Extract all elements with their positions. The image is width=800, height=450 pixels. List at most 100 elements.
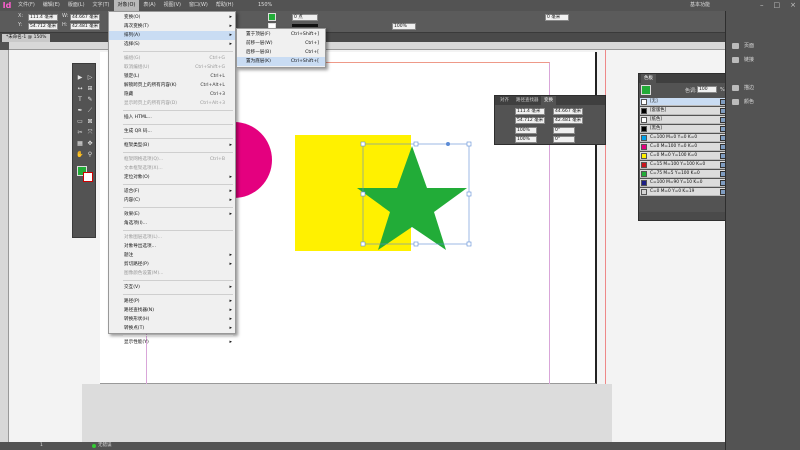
content-grabber[interactable] [446, 142, 450, 146]
object-menu-item[interactable]: 排列(A) ▸ [109, 31, 235, 40]
preflight-status[interactable]: 无错误 [98, 442, 112, 450]
tint-field[interactable]: 100 [697, 86, 717, 93]
object-menu-item[interactable]: 框架类型(B) ▸ [109, 141, 235, 150]
tool-icon[interactable]: ⟋ [86, 107, 94, 115]
object-menu-item[interactable]: 插入 HTML... [109, 113, 235, 122]
swatch-row[interactable]: [套版色] [640, 107, 729, 115]
menu-1[interactable]: 编辑(E) [39, 0, 64, 11]
menu-5[interactable]: 表(A) [139, 0, 159, 11]
object-menu-item[interactable]: 效果(E) ▸ [109, 210, 235, 219]
menu-7[interactable]: 窗口(W) [185, 0, 212, 11]
tp-y-field[interactable]: 54.712 毫米 [515, 117, 545, 124]
tab-transform[interactable]: 变换 [541, 96, 556, 105]
object-menu-item[interactable]: 生成 QR 码... [109, 127, 235, 136]
vertical-ruler[interactable] [0, 50, 9, 442]
tp-x-field[interactable]: 111.4 毫米 [515, 108, 545, 115]
object-menu-item[interactable]: 图像颜色设置(M)... [109, 269, 235, 278]
dock-item[interactable]: 链接 [728, 53, 798, 67]
tp-scale-x[interactable]: 100% [515, 127, 537, 134]
swatch-row[interactable]: C=0 M=0 Y=100 K=0 [640, 152, 729, 160]
menu-2[interactable]: 版面(L) [64, 0, 89, 11]
swatch-row[interactable]: C=75 M=5 Y=100 K=0 [640, 170, 729, 178]
tp-w-field[interactable]: 44.667 毫米 [553, 108, 583, 115]
object-menu-item[interactable]: 隐藏 Ctrl+3 [109, 90, 235, 99]
tool-icon[interactable]: ▦ [76, 140, 84, 148]
tool-icon[interactable]: ▶ [76, 74, 84, 82]
tp-h-field[interactable]: 42.481 毫米 [553, 117, 583, 124]
object-menu-item[interactable]: 解锁跨页上的所有内容(K) Ctrl+Alt+L [109, 81, 235, 90]
swatch-row[interactable]: C=15 M=100 Y=100 K=0 [640, 161, 729, 169]
object-menu-item[interactable]: 适合(F) ▸ [109, 187, 235, 196]
tool-icon[interactable]: ✂ [76, 129, 84, 137]
tool-icon[interactable]: ⚲ [86, 151, 94, 159]
arrange-menu-item[interactable]: 置于顶层(F) Ctrl+Shift+] [237, 30, 325, 39]
swatch-row[interactable]: [黑色] [640, 125, 729, 133]
swatch-row[interactable]: [纸色] [640, 116, 729, 124]
object-menu-item[interactable]: 题注 ▸ [109, 251, 235, 260]
tool-icon[interactable]: ⤧ [86, 129, 94, 137]
opacity-field[interactable]: 100% [392, 23, 416, 30]
object-menu-item[interactable]: 文本框架选项(X)... [109, 164, 235, 173]
swatch-row[interactable]: C=100 M=0 Y=0 K=0 [640, 134, 729, 142]
tool-icon[interactable]: ↔ [76, 85, 84, 93]
tab-align[interactable]: 对齐 [497, 96, 512, 105]
object-menu-item[interactable]: 对象图层选项(L)... [109, 233, 235, 242]
stroke-type[interactable] [292, 24, 318, 27]
maximize-icon[interactable]: □ [774, 1, 781, 10]
menu-8[interactable]: 帮助(H) [212, 0, 238, 11]
tp-rotate[interactable]: 0° [553, 127, 575, 134]
tool-icon[interactable]: ✥ [86, 140, 94, 148]
tool-icon[interactable]: ▭ [76, 118, 84, 126]
h-field[interactable]: 42.481 毫米 [70, 23, 100, 30]
y-field[interactable]: 54.712 毫米 [28, 23, 58, 30]
object-menu-item[interactable]: 路径查找器(N) ▸ [109, 306, 235, 315]
menu-4[interactable]: 对象(O) [113, 0, 140, 11]
tp-shear[interactable]: 0° [553, 136, 575, 143]
object-menu-item[interactable]: 变换(O) ▸ [109, 13, 235, 22]
tp-scale-y[interactable]: 100% [515, 136, 537, 143]
stroke-proxy-icon[interactable] [83, 172, 93, 182]
object-menu-item[interactable]: 显示跨页上的所有内容(D) Ctrl+Alt+3 [109, 99, 235, 108]
document-tab[interactable]: *未命名-1 @ 150% [2, 34, 51, 42]
object-menu-item[interactable]: 再次变换(T) ▸ [109, 22, 235, 31]
menu-6[interactable]: 视图(V) [160, 0, 185, 11]
workspace-switcher[interactable]: 基本功能 [690, 0, 710, 11]
swatch-row[interactable]: [无] [640, 98, 729, 106]
tool-icon[interactable]: ⊞ [86, 85, 94, 93]
tool-icon[interactable]: T [76, 96, 84, 104]
arrange-menu-item[interactable]: 置为底层(K) Ctrl+Shift+[ [237, 57, 325, 66]
dock-item[interactable]: 颜色 [728, 95, 798, 109]
tab-pathfinder[interactable]: 路径查找器 [513, 96, 542, 105]
zoom-level[interactable]: 150% [258, 0, 272, 11]
w-field[interactable]: 44.667 毫米 [70, 14, 100, 21]
tool-icon[interactable]: ⊠ [86, 118, 94, 126]
object-menu-item[interactable]: 对象导出选项... [109, 242, 235, 251]
object-menu-item[interactable]: 剪切路径(P) ▸ [109, 260, 235, 269]
object-menu-item[interactable]: 角选项(I)... [109, 219, 235, 228]
swatch-row[interactable]: C=100 M=90 Y=10 K=0 [640, 179, 729, 187]
object-menu-item[interactable]: 内容(C) ▸ [109, 196, 235, 205]
arrange-menu-item[interactable]: 前移一层(W) Ctrl+] [237, 39, 325, 48]
menu-3[interactable]: 文字(T) [89, 0, 114, 11]
close-icon[interactable]: × [790, 1, 796, 10]
swatch-row[interactable]: C=0 M=100 Y=0 K=0 [640, 143, 729, 151]
dock-item[interactable]: 页面 [728, 39, 798, 53]
object-menu-item[interactable]: 定位对象(O) ▸ [109, 173, 235, 182]
swatch-fill-proxy[interactable] [641, 85, 651, 95]
arrange-menu-item[interactable]: 后移一层(B) Ctrl+[ [237, 48, 325, 57]
object-menu-item[interactable]: 转换点(T) ▸ [109, 324, 235, 333]
object-menu-item[interactable]: 锁定(L) Ctrl+L [109, 72, 235, 81]
stroke-weight-field[interactable]: 0 点 [292, 14, 318, 21]
tool-icon[interactable]: ▷ [86, 74, 94, 82]
object-menu-item[interactable]: 交互(V) ▸ [109, 283, 235, 292]
object-menu-item[interactable]: 取消编组(U) Ctrl+Shift+G [109, 63, 235, 72]
dock-item[interactable]: 描边 [728, 81, 798, 95]
object-menu-item[interactable]: 编组(G) Ctrl+G [109, 54, 235, 63]
object-menu-item[interactable]: 框架网格选项(Q)... Ctrl+B [109, 155, 235, 164]
fill-swatch[interactable] [268, 13, 276, 21]
offset-field[interactable]: 0 毫米 [545, 14, 569, 21]
swatch-row[interactable]: C=0 M=0 Y=0 K=19 [640, 188, 729, 196]
object-menu-item[interactable]: 路径(P) ▸ [109, 297, 235, 306]
x-field[interactable]: 111.4 毫米 [28, 14, 58, 21]
minimize-icon[interactable]: – [760, 1, 764, 10]
